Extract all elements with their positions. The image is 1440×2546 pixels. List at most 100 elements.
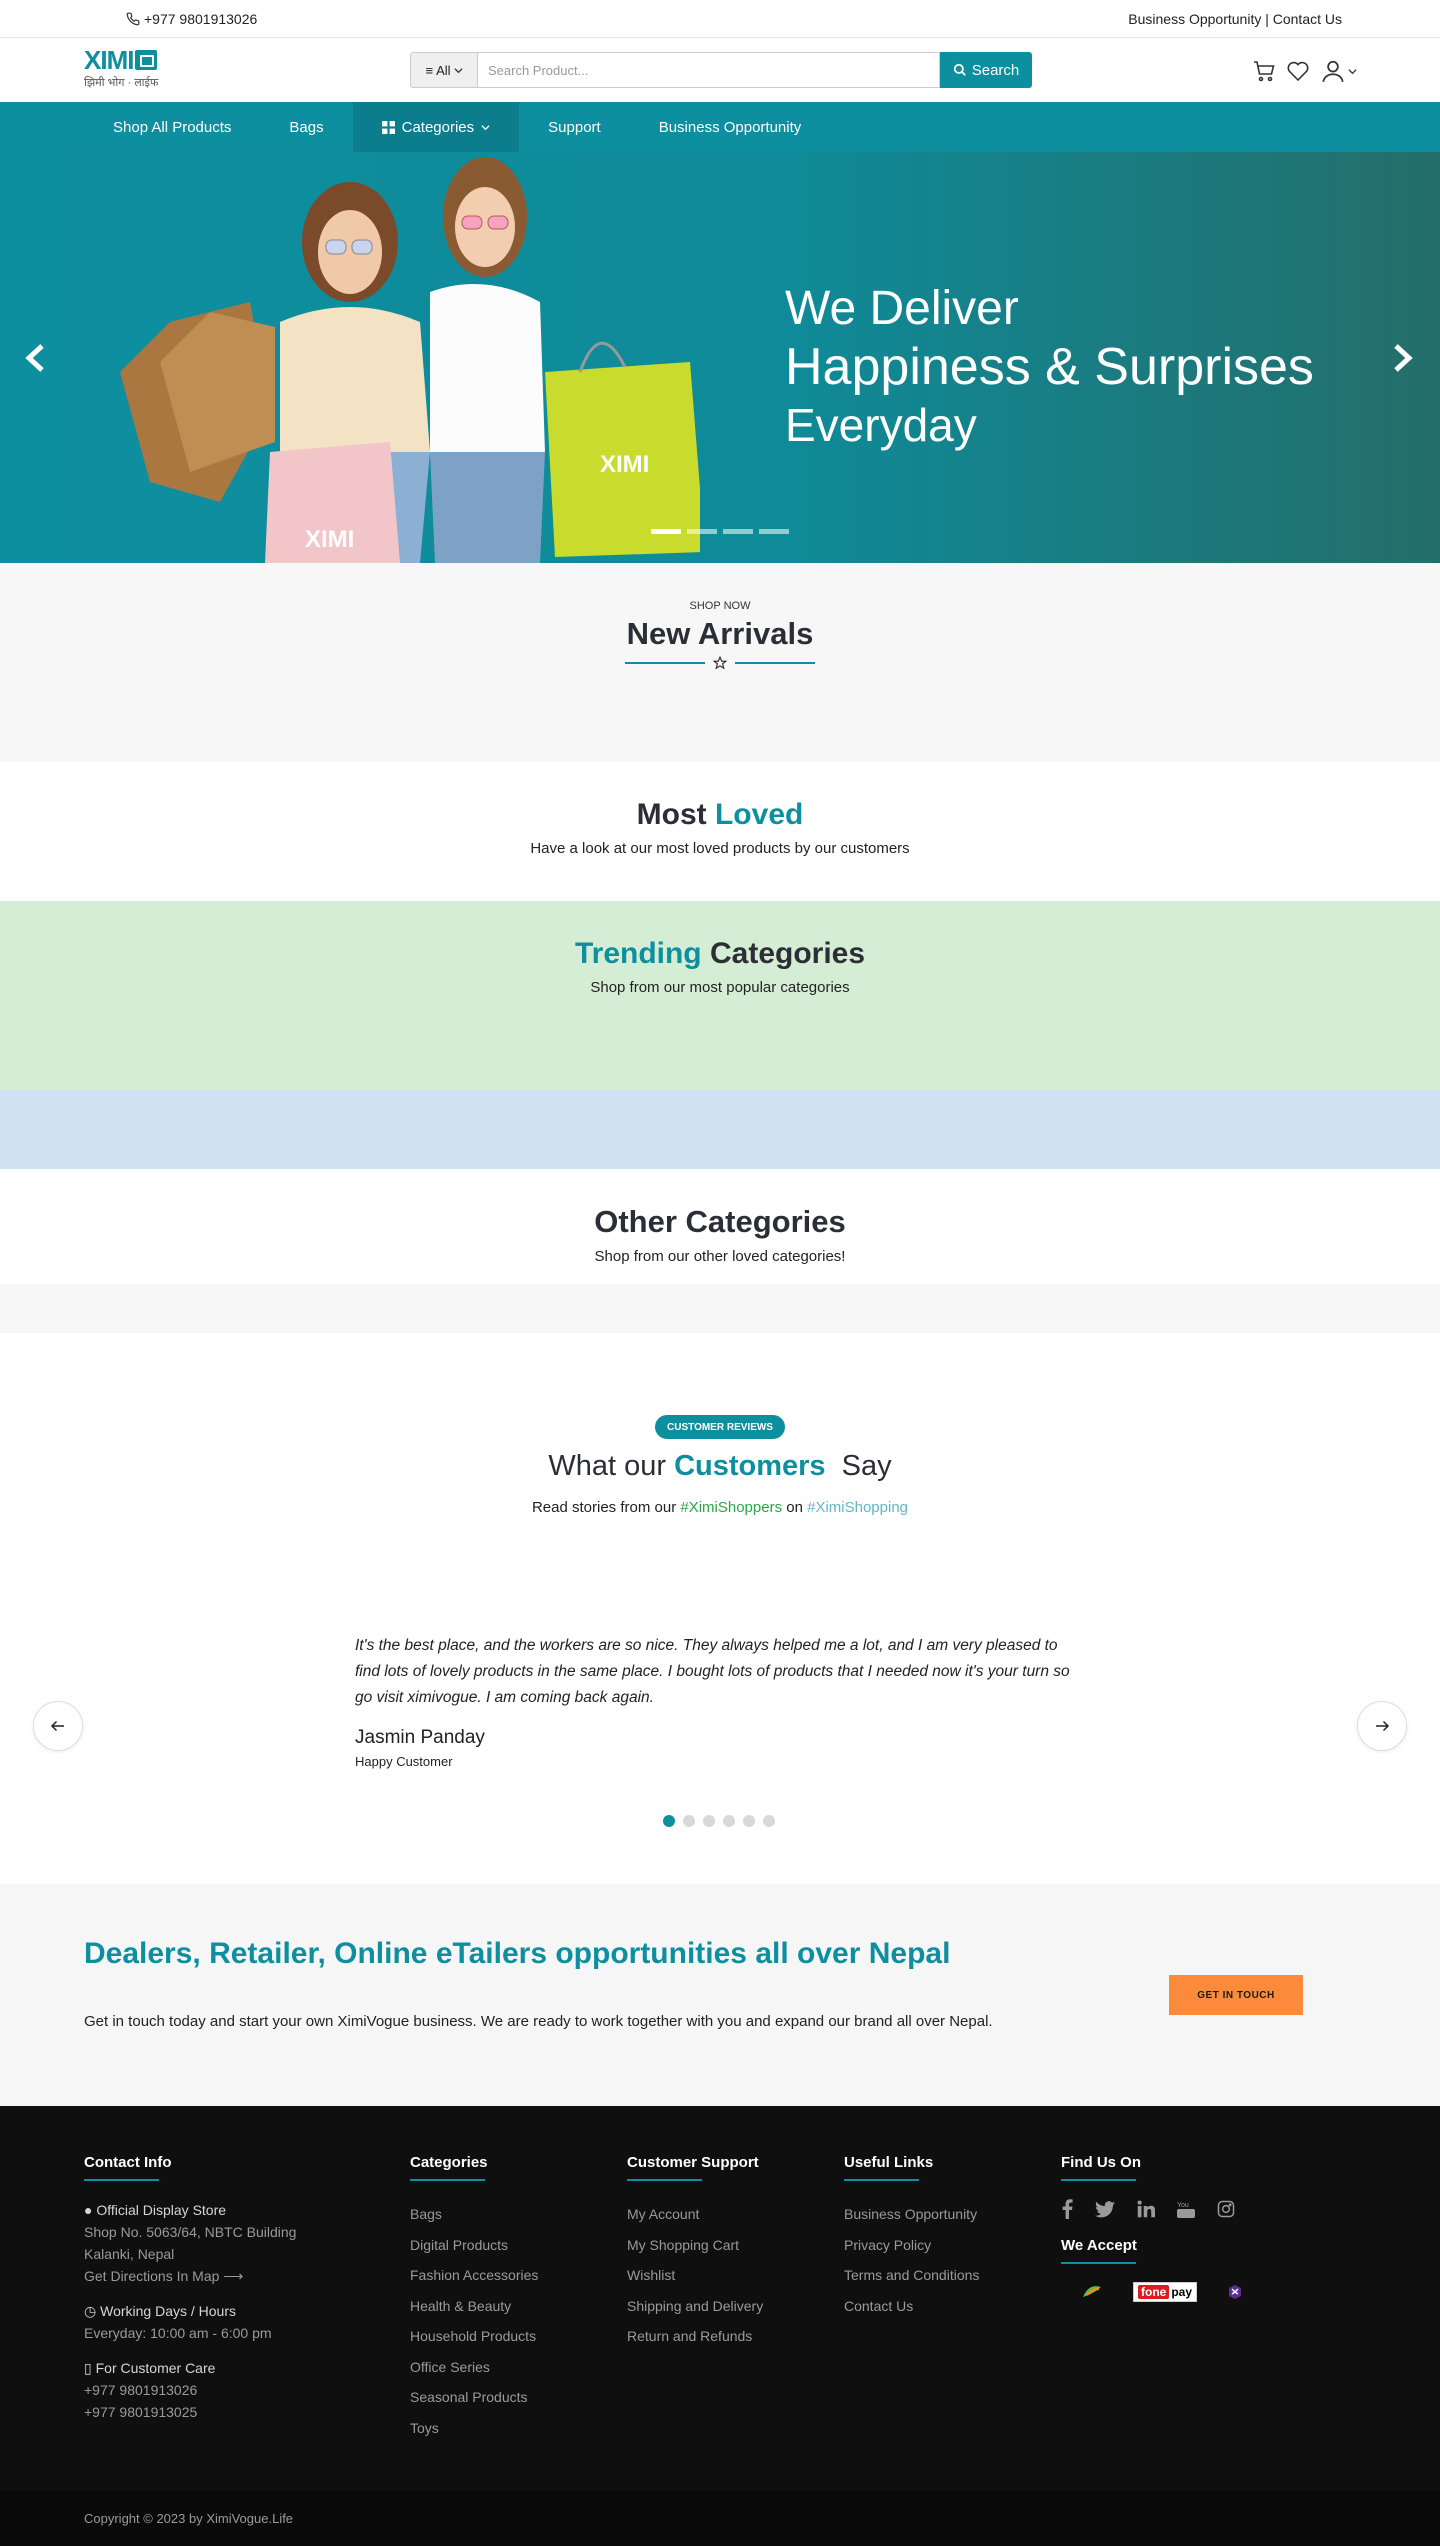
hero-next-arrow[interactable] [1390, 338, 1416, 383]
grid-icon [381, 120, 395, 134]
chevron-down-icon [481, 124, 490, 130]
footer-link[interactable]: Seasonal Products [410, 2382, 538, 2413]
chevron-down-icon [453, 67, 463, 73]
footer-useful-title: Useful Links [844, 2154, 934, 2171]
khalti-icon [1229, 2285, 1242, 2299]
arrow-left-icon [50, 1720, 64, 1732]
copyright-bar: Copyright © 2023 by XimiVogue.Life [0, 2491, 1440, 2546]
category-select[interactable]: ≡ All [410, 52, 478, 88]
address-line-2: Kalanki, Nepal [84, 2246, 175, 2262]
footer-link[interactable]: Bags [410, 2199, 538, 2230]
linkedin-icon[interactable] [1137, 2200, 1155, 2218]
hero-dot[interactable] [687, 529, 717, 534]
account-menu[interactable] [1320, 58, 1357, 84]
footer-link[interactable]: Office Series [410, 2352, 538, 2383]
hashtag-link[interactable]: #XimiShopping [807, 1499, 908, 1516]
footer-link[interactable]: Return and Refunds [627, 2321, 763, 2352]
reviews-dot[interactable] [723, 1815, 735, 1827]
footer-contact-title: Contact Info [84, 2154, 172, 2171]
footer-link[interactable]: Terms and Conditions [844, 2260, 979, 2291]
logo-text: XIMI [84, 45, 134, 75]
footer-link[interactable]: Contact Us [844, 2291, 979, 2322]
footer-find: Find Us On You We Accept fone pay [1061, 2154, 1243, 2302]
chevron-left-icon [25, 344, 44, 372]
other-categories-section: Other Categories Shop from our other lov… [0, 1169, 1440, 1284]
hashtag-link[interactable]: #XimiShoppers [680, 1499, 782, 1516]
main-nav: Shop All Products Bags Categories Suppor… [0, 102, 1440, 152]
hero-dot[interactable] [759, 529, 789, 534]
footer-link[interactable]: Household Products [410, 2321, 538, 2352]
footer-link[interactable]: Business Opportunity [844, 2199, 979, 2230]
dealers-text: Get in touch today and start your own Xi… [84, 2013, 993, 2030]
mobile-icon: ▯ [84, 2360, 92, 2376]
chevron-down-icon [1348, 68, 1357, 74]
header: XIMI झिमी भोग · लाईफ ≡ All Search Produc… [0, 38, 1440, 102]
directions-link[interactable]: Get Directions In Map ⟶ [84, 2265, 296, 2287]
footer-link[interactable]: Health & Beauty [410, 2291, 538, 2322]
most-loved-subtitle: Have a look at our most loved products b… [530, 840, 910, 857]
care-label: ▯ For Customer Care [84, 2360, 216, 2376]
hero-dot[interactable] [723, 529, 753, 534]
svg-text:You: You [1177, 2202, 1189, 2209]
blue-band [0, 1090, 1440, 1169]
dealers-section: Dealers, Retailer, Online eTailers oppor… [0, 1884, 1440, 2106]
footer-categories-title: Categories [410, 2154, 488, 2171]
footer-link[interactable]: Privacy Policy [844, 2230, 979, 2261]
reviews-prev-button[interactable] [33, 1701, 83, 1751]
hero-pagination [651, 529, 789, 534]
get-in-touch-button[interactable]: GET IN TOUCH [1169, 1975, 1303, 2015]
topbar-phone[interactable]: +977 9801913026 [126, 11, 257, 27]
payment-methods: fone pay [1061, 2282, 1243, 2302]
reviews-section: CUSTOMER REVIEWS What our Customers Say … [0, 1333, 1440, 1884]
search-button[interactable]: Search [940, 52, 1032, 88]
nav-categories[interactable]: Categories [352, 102, 520, 152]
hero-prev-arrow[interactable] [22, 338, 48, 383]
reviews-dot[interactable] [703, 1815, 715, 1827]
category-select-value: All [436, 62, 451, 78]
hero-slider: XIMI XIMI We Deliver Happiness & Surpris… [0, 152, 1440, 563]
instagram-icon[interactable] [1217, 2200, 1235, 2218]
footer-link[interactable]: My Shopping Cart [627, 2230, 763, 2261]
footer-link[interactable]: Digital Products [410, 2230, 538, 2261]
search-input[interactable]: Search Product... [478, 52, 940, 88]
topbar-links[interactable]: Business Opportunity | Contact Us [1128, 11, 1342, 27]
twitter-icon[interactable] [1095, 2200, 1115, 2218]
care-phone-2[interactable]: +977 9801913025 [84, 2401, 296, 2423]
footer-link[interactable]: Shipping and Delivery [627, 2291, 763, 2322]
reviews-dot[interactable] [763, 1815, 775, 1827]
youtube-icon[interactable]: You [1177, 2199, 1195, 2219]
footer-link[interactable]: Fashion Accessories [410, 2260, 538, 2291]
reviews-dot[interactable] [743, 1815, 755, 1827]
reviews-badge: CUSTOMER REVIEWS [655, 1415, 785, 1439]
reviewer-role: Happy Customer [355, 1754, 453, 1769]
footer-contact: Contact Info ● Official Display Store Sh… [84, 2154, 296, 2423]
footer-link[interactable]: Toys [410, 2413, 538, 2444]
nav-business[interactable]: Business Opportunity [630, 102, 831, 152]
cart-icon[interactable] [1252, 59, 1276, 83]
facebook-icon[interactable] [1061, 2199, 1073, 2219]
we-accept-title: We Accept [1061, 2237, 1137, 2254]
social-links: You [1061, 2199, 1243, 2219]
nav-support[interactable]: Support [519, 102, 630, 152]
footer-link[interactable]: My Account [627, 2199, 763, 2230]
nav-shop-all[interactable]: Shop All Products [84, 102, 260, 152]
heart-icon[interactable] [1286, 59, 1310, 83]
gray-band [0, 1284, 1440, 1333]
care-phone-1[interactable]: +977 9801913026 [84, 2379, 296, 2401]
menu-icon: ≡ [425, 62, 434, 78]
trending-title: Trending Categories [574, 937, 866, 970]
footer-link[interactable]: Wishlist [627, 2260, 763, 2291]
footer-support: Customer Support My Account My Shopping … [627, 2154, 763, 2352]
reviews-next-button[interactable] [1357, 1701, 1407, 1751]
esewa-icon [1083, 2286, 1101, 2297]
hours-label: ◷ Working Days / Hours [84, 2303, 237, 2319]
reviews-dot[interactable] [683, 1815, 695, 1827]
site-logo[interactable]: XIMI झिमी भोग · लाईफ [84, 46, 174, 90]
footer-find-title: Find Us On [1061, 2154, 1141, 2171]
bag-logo-text-2: XIMI [600, 451, 649, 478]
review-quote: It's the best place, and the workers are… [355, 1637, 1070, 1706]
hero-dot[interactable] [651, 529, 681, 534]
reviews-subtitle: Read stories from our #XimiShoppers on #… [531, 1499, 909, 1516]
nav-bags[interactable]: Bags [260, 102, 352, 152]
reviews-dot[interactable] [663, 1815, 675, 1827]
